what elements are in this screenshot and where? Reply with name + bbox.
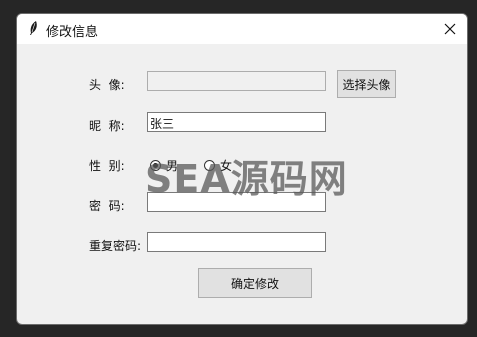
title-bar: 修改信息	[17, 14, 467, 44]
gender-label: 性 别:	[89, 159, 125, 173]
feather-icon	[30, 21, 37, 35]
avatar-path-field[interactable]	[147, 71, 326, 91]
password-label: 密 码:	[89, 199, 125, 213]
gender-male-label: 男	[166, 158, 179, 173]
submit-button[interactable]: 确定修改	[198, 268, 312, 298]
window-title: 修改信息	[46, 25, 99, 40]
close-button[interactable]	[433, 14, 467, 44]
avatar-label: 头 像:	[89, 78, 125, 92]
gender-female-label: 女	[220, 158, 233, 173]
confirm-password-label: 重复密码:	[89, 239, 142, 253]
dialog-window: 修改信息 头 像: 选择头像 昵 称: 张三 性 别: 男 女 密 码: 重复密…	[16, 13, 468, 325]
password-input[interactable]	[147, 192, 326, 212]
confirm-password-input[interactable]	[147, 232, 326, 252]
choose-avatar-button[interactable]: 选择头像	[337, 70, 396, 98]
gender-female-radio[interactable]: 女	[204, 157, 232, 173]
gender-male-radio[interactable]: 男	[150, 157, 178, 173]
radio-unchecked-icon	[204, 159, 215, 171]
nickname-label: 昵 称:	[89, 119, 125, 133]
close-icon	[444, 23, 456, 35]
nickname-input[interactable]: 张三	[147, 112, 326, 132]
radio-checked-icon	[150, 159, 161, 171]
